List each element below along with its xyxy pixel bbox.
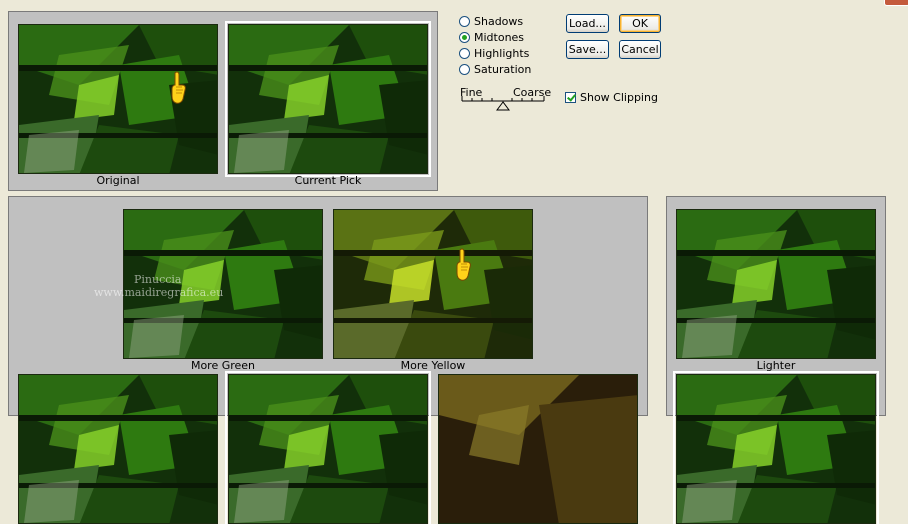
radio-shadows[interactable]: Shadows (459, 13, 523, 29)
watermark-line1: Pinuccia (134, 273, 182, 286)
slider-thumb (496, 101, 510, 111)
watermark-line2: www.maidiregrafica.eu (94, 286, 224, 299)
radio-button[interactable] (459, 63, 470, 75)
show-clipping-checkbox[interactable]: Show Clipping (565, 91, 658, 104)
original-caption: Original (96, 174, 140, 187)
close-button[interactable] (884, 0, 908, 6)
variation-row2-3[interactable] (438, 374, 638, 524)
watermark: Pinuccia www.maidiregrafica.eu (94, 273, 223, 299)
radio-button[interactable] (459, 15, 470, 27)
load-button[interactable]: Load... (566, 14, 609, 33)
radio-midtones[interactable]: Midtones (459, 29, 524, 45)
current-pick-thumbnail (225, 21, 431, 177)
radio-highlights[interactable]: Highlights (459, 45, 529, 61)
variation-row2-1[interactable] (18, 374, 218, 524)
current-pick-caption: Current Pick (294, 174, 362, 187)
radio-button[interactable] (459, 47, 470, 59)
variation-more-yellow[interactable] (333, 209, 533, 359)
show-clipping-label: Show Clipping (580, 91, 658, 104)
variation-row2-2[interactable] (225, 371, 431, 524)
cancel-button[interactable]: Cancel (619, 40, 661, 59)
pointer-hand-icon (167, 71, 187, 105)
pointer-hand-icon (452, 248, 472, 282)
radio-label: Highlights (474, 46, 530, 60)
radio-label: Saturation (474, 62, 532, 76)
radio-label: Shadows (474, 14, 524, 28)
lighter-caption: Lighter (756, 359, 796, 372)
brightness-lighter[interactable] (676, 209, 876, 359)
radio-button[interactable] (459, 31, 470, 43)
more-yellow-caption: More Yellow (400, 359, 466, 372)
original-thumbnail (18, 24, 218, 174)
radio-label: Midtones (474, 30, 525, 44)
radio-saturation[interactable]: Saturation (459, 61, 531, 77)
checkbox-box[interactable] (565, 92, 576, 103)
brightness-current[interactable] (673, 371, 879, 524)
more-green-caption: More Green (190, 359, 256, 372)
save-button[interactable]: Save... (566, 40, 609, 59)
ok-button[interactable]: OK (619, 14, 661, 33)
fine-coarse-slider[interactable] (460, 96, 548, 112)
